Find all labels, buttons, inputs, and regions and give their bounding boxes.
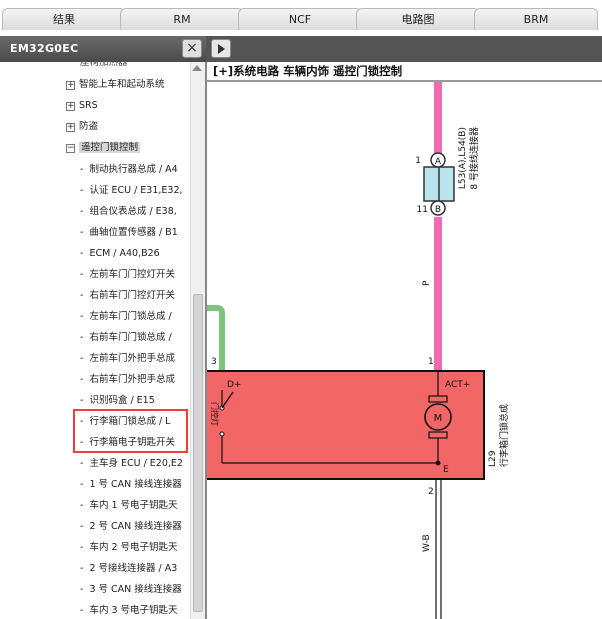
circuit-diagram-view: [+]系统电路 车辆内饰 遥控门锁控制 A B 1 11 L53(A),L54(… <box>207 62 602 619</box>
tree-folder-remote-lock[interactable]: − 遥控门锁控制 <box>66 141 141 155</box>
tab-rm[interactable]: RM <box>120 8 244 30</box>
tree-item-label: 左前车门门控灯开关 <box>89 269 175 280</box>
tree-item-label: 3 号 CAN 接线连接器 <box>89 584 182 595</box>
tree-folder-anti-theft[interactable]: + 防盗 <box>66 120 98 134</box>
scroll-up-icon[interactable] <box>192 65 202 71</box>
tree-folder-label: 遥控门锁控制 <box>79 142 141 153</box>
tree-item[interactable]: - 主车身 ECU / E20,E2 <box>80 457 190 471</box>
component-name: 行李箱门锁总成 <box>498 404 510 467</box>
component-code[interactable]: L29 <box>488 450 498 467</box>
tree-item-label: 左前车门外把手总成 <box>89 353 175 364</box>
diagram-title[interactable]: [+]系统电路 车辆内饰 遥控门锁控制 <box>213 64 402 78</box>
component-tree: 座椅加热器 + 智能上车和起动系统 + SRS + 防盗 − 遥控门锁控制 - 制动执行器… <box>0 62 190 619</box>
tab-results[interactable]: 结果 <box>2 8 126 30</box>
scrollbar-thumb[interactable] <box>193 294 203 612</box>
circuit-diagram-svg: [+]系统电路 车辆内饰 遥控门锁控制 A B 1 11 L53(A),L54(… <box>207 62 602 619</box>
pin-b-label: B <box>435 205 441 215</box>
tree-scrollbar[interactable] <box>190 62 205 619</box>
tab-circuit-diagram[interactable]: 电路图 <box>356 8 480 30</box>
pin-number-3: 3 <box>211 357 217 367</box>
expand-plus-icon[interactable]: + <box>66 122 75 132</box>
motor-label: M <box>434 413 443 424</box>
tree-item[interactable]: - 识别码盒 / E15 <box>80 394 190 408</box>
pin-number-1: 1 <box>428 357 434 367</box>
tree-item-label: 认证 ECU / E31,E32, <box>89 185 183 196</box>
wire-color-p: P <box>422 280 432 286</box>
tree-item-label: 识别码盒 / E15 <box>89 395 155 406</box>
e-label: E <box>443 465 449 475</box>
pin-number-2: 2 <box>428 487 434 497</box>
tree-item[interactable]: - 车内 3 号电子钥匙天 <box>80 604 190 618</box>
tree-folder-srs[interactable]: + SRS <box>66 99 98 113</box>
tree-folder-label: 防盗 <box>79 121 99 132</box>
tree-panel-title: EM32G0EC <box>10 42 79 55</box>
act-plus-label: ACT+ <box>445 380 470 390</box>
diagram-toolbar <box>206 36 602 62</box>
tree-item[interactable]: - 车内 2 号电子钥匙天 <box>80 541 190 555</box>
pin-a-label: A <box>435 157 442 167</box>
tree-item[interactable]: - 右前车门门控灯开关 <box>80 289 190 303</box>
tree-item[interactable]: - 制动执行器总成 / A4 <box>80 163 190 177</box>
top-tab-bar: 结果 RM NCF 电路图 BRM <box>0 0 602 30</box>
tree-item[interactable]: - ECM / A40,B26 <box>80 247 190 261</box>
tree-item[interactable]: -1 号 CAN 接线连接器 <box>80 478 190 492</box>
tree-item[interactable]: - 右前车门门锁总成 / <box>80 331 190 345</box>
expand-panel-button[interactable] <box>211 39 231 58</box>
tree-item[interactable]: - 左前车门门控灯开关 <box>80 268 190 282</box>
pink-wire-bottom <box>434 217 442 370</box>
tree-item-label: 2 号 CAN 接线连接器 <box>89 521 182 532</box>
tree-item-label: 制动执行器总成 / A4 <box>89 164 178 175</box>
tree-item[interactable]: -3 号 CAN 接线连接器 <box>80 583 190 597</box>
tree-item-label: 主车身 ECU / E20,E2 <box>89 458 183 469</box>
collapse-minus-icon[interactable]: − <box>66 143 75 153</box>
connector-label[interactable]: L53(A),L54(B) <box>458 127 468 189</box>
tree-folder-smart-entry[interactable]: + 智能上车和起动系统 <box>66 78 165 92</box>
tree-item-label: 车内 2 号电子钥匙天 <box>89 542 178 553</box>
tree-folder-label: 智能上车和起动系统 <box>79 79 165 90</box>
tree-item[interactable]: - 右前车门外把手总成 <box>80 373 190 387</box>
tree-panel-header: EM32G0EC × <box>0 36 206 62</box>
tree-item[interactable]: - 左前车门门锁总成 / <box>80 310 190 324</box>
tree-item-label: 右前车门门控灯开关 <box>89 290 175 301</box>
tree-item[interactable]: - 组合仪表总成 / E38, <box>80 205 190 219</box>
expand-plus-icon[interactable]: + <box>66 101 75 111</box>
tree-item[interactable]: -2 号 CAN 接线连接器 <box>80 520 190 534</box>
tree-item-label: ECM / A40,B26 <box>89 248 160 259</box>
tree-item-label: 组合仪表总成 / E38, <box>89 206 177 217</box>
tree-folder-label: SRS <box>79 100 98 111</box>
connector-sublabel: 8 号接线连接器 <box>468 127 480 190</box>
tree-item-label: 2 号接线连接器 / A3 <box>89 563 178 574</box>
tree-item-label: 曲轴位置传感器 / B1 <box>89 227 178 238</box>
tree-item[interactable]: - 车内 1 号电子钥匙天 <box>80 499 190 513</box>
expand-plus-icon[interactable]: + <box>66 80 75 90</box>
pin-number-11: 11 <box>417 205 428 215</box>
close-icon: × <box>186 40 198 56</box>
tab-ncf[interactable]: NCF <box>238 8 362 30</box>
tree-item[interactable]: -2 号接线连接器 / A3 <box>80 562 190 576</box>
pin-number-1-top: 1 <box>415 156 421 166</box>
wire-color-wb: W-B <box>422 534 432 552</box>
tree-item-cut-off[interactable]: 座椅加热器 <box>80 62 190 70</box>
tree-item-label: 车内 1 号电子钥匙天 <box>89 500 178 511</box>
tree-item-label: 右前车门外把手总成 <box>89 374 175 385</box>
tree-item[interactable]: - 曲轴位置传感器 / B1 <box>80 226 190 240</box>
d-plus-label: D+ <box>227 380 241 390</box>
tab-brm[interactable]: BRM <box>474 8 598 30</box>
tree-item-label: 右前车门门锁总成 / <box>89 332 172 343</box>
tree-item[interactable]: - 认证 ECU / E31,E32, <box>80 184 190 198</box>
switch-label: 门控灯 <box>210 402 220 426</box>
tree-item-label: 左前车门门锁总成 / <box>89 311 172 322</box>
tree-item-label: 1 号 CAN 接线连接器 <box>89 479 182 490</box>
highlight-box <box>73 409 188 453</box>
tree-item[interactable]: - 左前车门外把手总成 <box>80 352 190 366</box>
close-panel-button[interactable]: × <box>182 39 202 58</box>
tree-item-label: 车内 3 号电子钥匙天 <box>89 605 178 616</box>
